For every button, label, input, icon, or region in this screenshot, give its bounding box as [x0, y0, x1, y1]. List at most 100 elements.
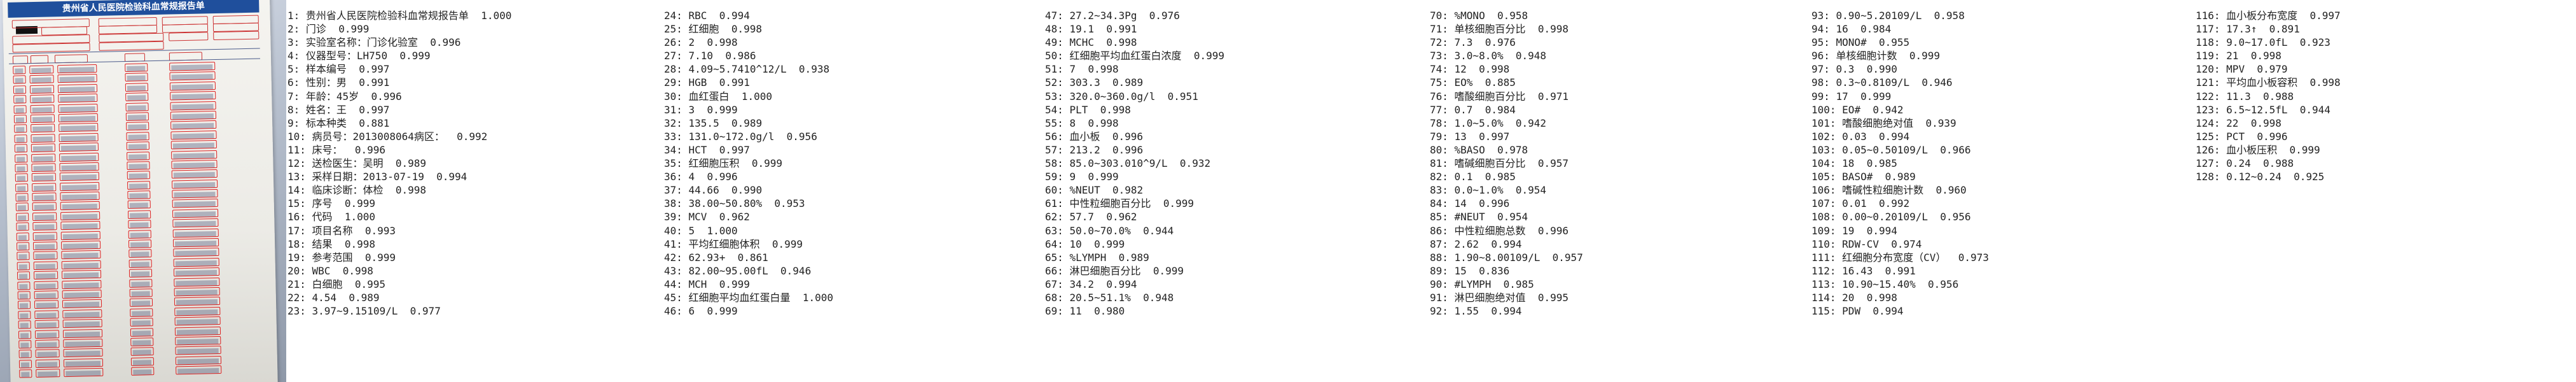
ocr-line-number: 61	[1045, 197, 1058, 210]
ocr-line-number: 15	[287, 197, 300, 210]
detection-box	[129, 278, 153, 288]
ocr-line-number: 5	[287, 63, 294, 76]
ocr-line-score: 0.985	[1485, 171, 1516, 183]
ocr-line-score: 0.996	[1537, 224, 1568, 237]
ocr-line-number: 65	[1045, 251, 1058, 264]
photo-text-smudge	[34, 204, 54, 211]
ocr-line: 41: 平均红细胞体积 0.999	[664, 237, 803, 250]
ocr-line-number: 21	[287, 278, 300, 290]
photo-text-smudge	[130, 251, 149, 258]
ocr-line: 48: 19.1 0.991	[1045, 23, 1137, 36]
detection-box	[31, 173, 56, 182]
ocr-line-score: 0.974	[1891, 237, 1922, 250]
ocr-line-number: 70	[1430, 10, 1443, 22]
ocr-line-text: MONO#	[1836, 36, 1867, 49]
ocr-line-text: WBC	[312, 264, 331, 277]
ocr-line-text: BASO#	[1842, 171, 1873, 183]
detection-box	[33, 251, 58, 260]
detection-box	[171, 169, 218, 179]
photo-text-smudge	[17, 185, 26, 192]
detection-box	[60, 191, 100, 201]
detection-box	[60, 230, 100, 240]
detection-box	[128, 258, 152, 268]
ocr-line-text: MPV	[2226, 63, 2245, 76]
ocr-line-score: 0.999	[344, 197, 375, 210]
ocr-line-number: 14	[287, 184, 300, 197]
ocr-line-text: 中性粒细胞百分比	[1069, 197, 1151, 210]
ocr-line-score: 0.932	[1179, 157, 1211, 170]
detection-box	[14, 144, 28, 153]
ocr-line-text: 0.7	[1454, 103, 1473, 116]
ocr-line: 56: 血小板 0.996	[1045, 130, 1143, 143]
ocr-line-score: 0.978	[1497, 143, 1528, 156]
detection-box	[174, 297, 221, 306]
ocr-line-text: 0.12~0.24	[2226, 171, 2282, 183]
ocr-line: 125: PCT 0.996	[2196, 130, 2288, 143]
photo-text-smudge	[63, 262, 99, 269]
photo-text-smudge	[32, 146, 53, 152]
ocr-line-number: 41	[664, 237, 677, 250]
ocr-line-number: 117	[2196, 23, 2214, 36]
photo-text-smudge	[60, 106, 95, 112]
detection-box	[125, 102, 149, 111]
detection-box	[60, 211, 100, 221]
ocr-line-score: 0.861	[737, 251, 768, 264]
photo-text-smudge	[61, 164, 97, 171]
ocr-line: 63: 50.0~70.0% 0.944	[1045, 224, 1174, 237]
ocr-line-number: 45	[664, 291, 677, 304]
ocr-line: 4: 仪器型号：LH750 0.999	[287, 50, 431, 62]
ocr-line: 70: %MONO 0.958	[1430, 10, 1528, 22]
detection-box	[63, 358, 104, 367]
ocr-line-text: 22	[2226, 117, 2239, 129]
ocr-line: 124: 22 0.998	[2196, 117, 2282, 129]
photo-text-smudge	[132, 350, 151, 356]
photo-text-smudge	[61, 155, 97, 161]
detection-box	[171, 150, 218, 160]
detection-box	[213, 31, 260, 41]
ocr-line-score: 0.956	[786, 130, 817, 143]
ocr-line-score: 0.954	[1515, 184, 1547, 197]
ocr-line-score: 0.939	[1925, 117, 1956, 129]
ocr-line: 89: 15 0.836	[1430, 264, 1510, 277]
ocr-line: 99: 17 0.999	[1811, 90, 1892, 103]
photo-text-smudge	[129, 193, 148, 199]
ocr-line-text: 嗜酸细胞百分比	[1454, 90, 1526, 103]
detection-box	[16, 213, 29, 222]
ocr-line-number: 4	[287, 50, 294, 62]
detection-box	[130, 327, 154, 337]
detection-box	[128, 220, 151, 229]
ocr-line-score: 0.989	[1112, 76, 1144, 89]
ocr-line-text: 参考范围	[312, 251, 353, 264]
ocr-line-number: 25	[664, 23, 677, 36]
ocr-line-text: 0.00~0.20109/L	[1842, 211, 1929, 223]
photo-text-smudge	[62, 233, 98, 239]
ocr-line-number: 72	[1430, 36, 1443, 49]
detection-box	[129, 298, 153, 308]
ocr-line-score: 0.996	[1112, 143, 1144, 156]
ocr-line: 50: 红细胞平均血红蛋白浓度 0.999	[1045, 50, 1224, 62]
ocr-line-number: 101	[1811, 117, 1830, 129]
detection-box	[18, 320, 31, 329]
ocr-line: 68: 20.5~51.1% 0.948	[1045, 291, 1174, 304]
ocr-line-number: 23	[287, 305, 300, 318]
detection-box	[32, 182, 57, 192]
ocr-line-text: 0.0~1.0%	[1454, 184, 1504, 197]
ocr-line-text: 213.2	[1069, 143, 1100, 156]
detection-box	[31, 124, 55, 133]
ocr-line: 92: 1.55 0.994	[1430, 305, 1522, 318]
ocr-line-text: 85.0~303.010^9/L	[1069, 157, 1168, 170]
photo-text-smudge	[64, 302, 100, 308]
ocr-line: 32: 135.5 0.989	[664, 117, 763, 129]
ocr-line-text: 3	[688, 103, 695, 116]
ocr-line: 58: 85.0~303.010^9/L 0.932	[1045, 157, 1211, 170]
detection-box	[17, 281, 31, 290]
ocr-line-score: 0.999	[1088, 171, 1119, 183]
ocr-line-score: 0.938	[798, 63, 830, 76]
ocr-line-score: 1.000	[707, 224, 738, 237]
detection-box	[31, 134, 55, 143]
photo-text-smudge	[59, 67, 95, 73]
photo-text-smudge	[17, 176, 25, 181]
photo-text-smudge	[16, 146, 25, 152]
ocr-line-number: 120	[2196, 63, 2214, 76]
photo-text-smudge	[36, 273, 56, 279]
